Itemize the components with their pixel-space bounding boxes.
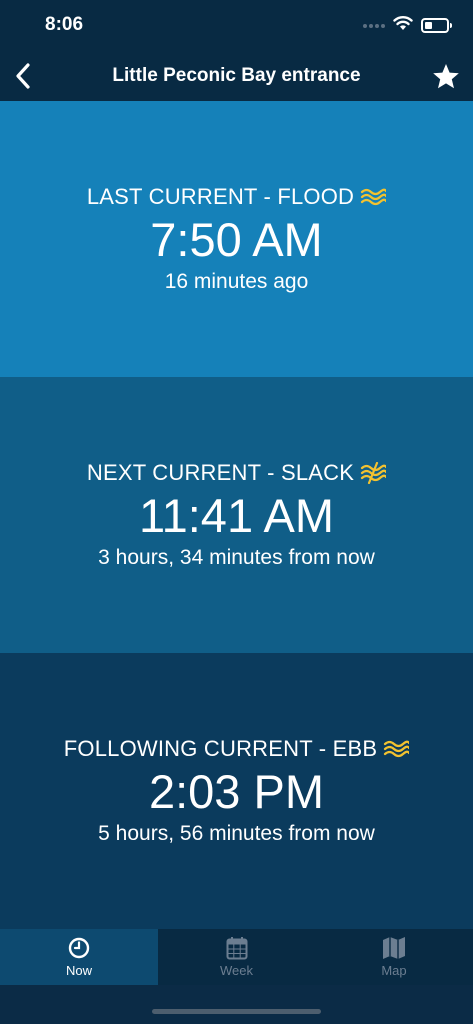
map-icon (382, 936, 406, 960)
battery-icon (421, 18, 452, 33)
cellular-signal-icon (363, 23, 385, 28)
next-current-label-row: NEXT CURRENT - SLACK (86, 460, 387, 486)
last-current-label-row: LAST CURRENT - FLOOD (86, 184, 387, 210)
following-current-panel: FOLLOWING CURRENT - EBB 2:03 PM 5 hours,… (0, 653, 473, 929)
slack-wave-icon (361, 462, 387, 484)
navigation-bar: Little Peconic Bay entrance (0, 50, 473, 101)
page-title: Little Peconic Bay entrance (112, 65, 361, 86)
home-indicator[interactable] (152, 1009, 321, 1014)
tab-map[interactable]: Map (315, 929, 473, 985)
next-current-time: 11:41 AM (138, 489, 335, 542)
next-current-label: NEXT CURRENT - SLACK (86, 460, 355, 485)
flood-wave-icon (361, 188, 387, 206)
favorite-button[interactable] (429, 59, 463, 93)
following-current-label-row: FOLLOWING CURRENT - EBB (63, 736, 410, 762)
home-indicator-area (0, 985, 473, 1024)
tab-week[interactable]: Week (158, 929, 315, 985)
following-current-relative: 5 hours, 56 minutes from now (98, 822, 375, 845)
tab-bar: Now Week Map (0, 929, 473, 985)
tab-week-label: Week (220, 963, 253, 978)
last-current-label: LAST CURRENT - FLOOD (86, 184, 355, 209)
tab-map-label: Map (381, 963, 407, 978)
last-current-time: 7:50 AM (150, 213, 323, 266)
status-icons (363, 15, 452, 36)
last-current-panel: LAST CURRENT - FLOOD 7:50 AM 16 minutes … (0, 101, 473, 377)
following-current-label: FOLLOWING CURRENT - EBB (63, 736, 378, 761)
last-current-relative: 16 minutes ago (164, 270, 309, 293)
calendar-icon (225, 936, 249, 960)
clock-icon (67, 936, 91, 960)
ebb-wave-icon (384, 740, 410, 758)
next-current-panel: NEXT CURRENT - SLACK 11:41 AM 3 hours, 3… (0, 377, 473, 653)
status-bar: 8:06 (0, 0, 473, 50)
star-icon (433, 63, 459, 88)
wifi-icon (393, 15, 413, 36)
tab-now[interactable]: Now (0, 929, 158, 985)
tab-now-label: Now (65, 963, 92, 978)
following-current-time: 2:03 PM (148, 765, 325, 818)
next-current-relative: 3 hours, 34 minutes from now (98, 546, 375, 569)
status-time: 8:06 (45, 14, 84, 35)
